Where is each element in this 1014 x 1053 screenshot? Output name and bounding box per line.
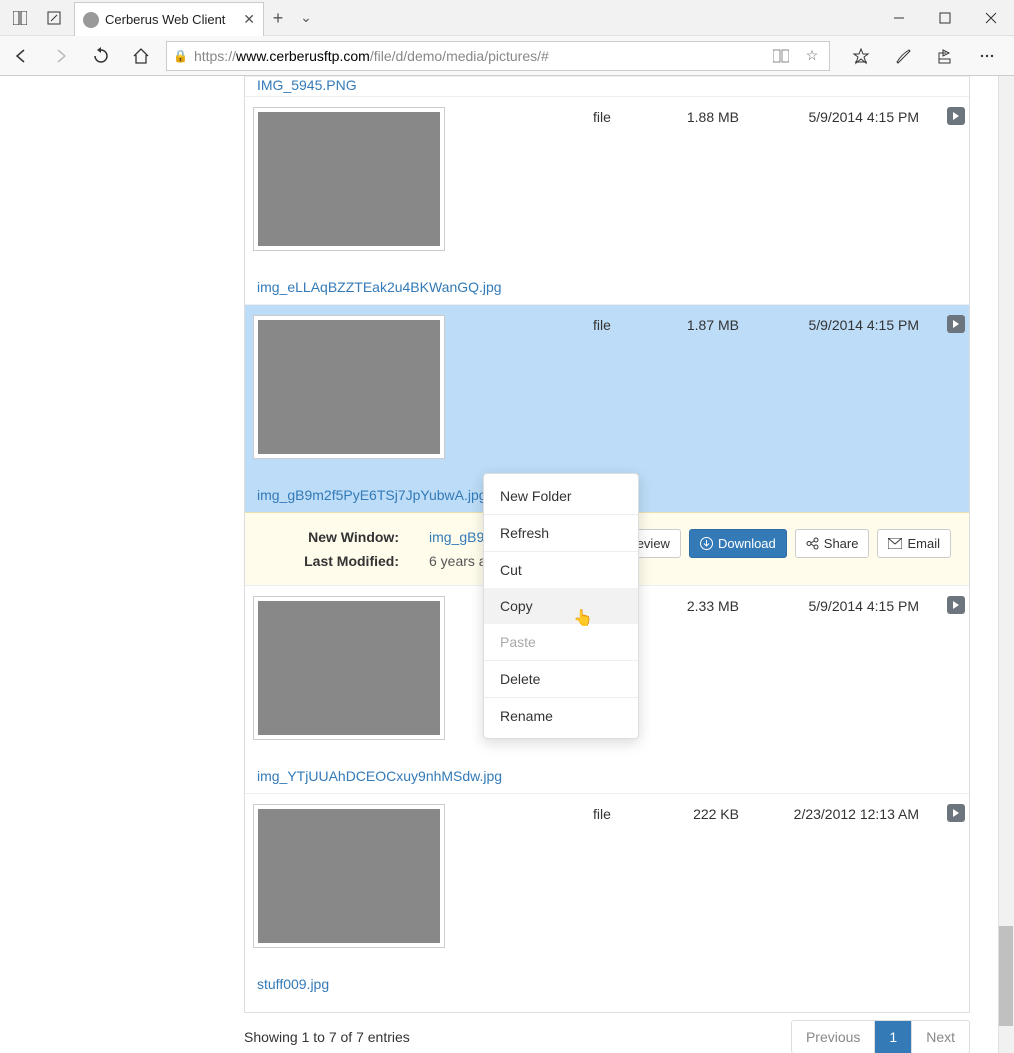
file-size: 1.87 MB xyxy=(687,317,739,333)
tab-aside-icon[interactable] xyxy=(6,4,34,32)
file-date: 5/9/2014 4:15 PM xyxy=(808,109,919,125)
reading-view-icon[interactable] xyxy=(773,49,795,63)
page-previous[interactable]: Previous xyxy=(792,1021,874,1053)
favorites-list-icon[interactable] xyxy=(846,41,876,71)
file-name-link[interactable]: img_YTjUUAhDCEOCxuy9nhMSdw.jpg xyxy=(257,768,502,784)
context-menu: New Folder Refresh Cut Copy Paste Delete… xyxy=(483,473,639,739)
file-date: 2/23/2012 12:13 AM xyxy=(794,806,919,822)
tabs-dropdown-icon[interactable]: ⌄ xyxy=(292,0,320,35)
address-bar[interactable]: 🔒 https://www.cerberusftp.com/file/d/dem… xyxy=(166,41,830,71)
detail-label-newwindow: New Window: xyxy=(299,529,399,545)
share-node-icon xyxy=(806,537,819,550)
file-row[interactable]: file 1.88 MB 5/9/2014 4:15 PM img_eLLAqB… xyxy=(245,96,969,304)
window-maximize-button[interactable] xyxy=(922,0,968,35)
download-button[interactable]: Download xyxy=(689,529,787,558)
actions-icon[interactable] xyxy=(947,315,965,333)
file-size: 1.88 MB xyxy=(687,109,739,125)
file-type: file xyxy=(593,317,611,333)
nav-back-button[interactable] xyxy=(6,41,36,71)
window-minimize-button[interactable] xyxy=(876,0,922,35)
favicon-icon xyxy=(83,12,99,28)
ctx-paste: Paste xyxy=(484,624,638,660)
file-row[interactable]: file 222 KB 2/23/2012 12:13 AM stuff009.… xyxy=(245,793,969,1001)
email-button[interactable]: Email xyxy=(877,529,951,558)
page-next[interactable]: Next xyxy=(911,1021,969,1053)
nav-refresh-button[interactable] xyxy=(86,41,116,71)
window-close-button[interactable] xyxy=(968,0,1014,35)
file-row[interactable]: IMG_5945.PNG xyxy=(245,76,969,96)
envelope-icon xyxy=(888,538,902,549)
ctx-delete[interactable]: Delete xyxy=(484,661,638,697)
file-date: 5/9/2014 4:15 PM xyxy=(808,598,919,614)
tab-title: Cerberus Web Client xyxy=(105,12,237,27)
file-name-link[interactable]: IMG_5945.PNG xyxy=(257,77,357,93)
favorite-star-icon[interactable]: ☆ xyxy=(801,47,823,64)
browser-tab[interactable]: Cerberus Web Client ✕ xyxy=(74,2,264,36)
ctx-refresh[interactable]: Refresh xyxy=(484,515,638,551)
ctx-cut[interactable]: Cut xyxy=(484,552,638,588)
actions-icon[interactable] xyxy=(947,596,965,614)
detail-label-modified: Last Modified: xyxy=(299,553,399,569)
file-type: file xyxy=(593,109,611,125)
thumbnail[interactable] xyxy=(253,804,445,948)
page-number[interactable]: 1 xyxy=(874,1021,911,1053)
lock-icon: 🔒 xyxy=(173,49,188,63)
file-type: file xyxy=(593,806,611,822)
scrollbar[interactable] xyxy=(998,76,1014,1053)
file-date: 5/9/2014 4:15 PM xyxy=(808,317,919,333)
nav-forward-button[interactable] xyxy=(46,41,76,71)
download-icon xyxy=(700,537,713,550)
scrollbar-thumb[interactable] xyxy=(999,926,1013,1026)
url-text: https://www.cerberusftp.com/file/d/demo/… xyxy=(194,48,767,64)
file-name-link[interactable]: img_eLLAqBZZTEak2u4BKWanGQ.jpg xyxy=(257,279,502,295)
new-tab-button[interactable]: + xyxy=(264,0,292,36)
file-name-link[interactable]: stuff009.jpg xyxy=(257,976,329,992)
file-size: 222 KB xyxy=(693,806,739,822)
share-icon[interactable] xyxy=(930,41,960,71)
pagination: Previous 1 Next xyxy=(791,1020,970,1053)
ctx-new-folder[interactable]: New Folder xyxy=(484,478,638,514)
more-menu-icon[interactable] xyxy=(972,41,1002,71)
tab-close-icon[interactable]: ✕ xyxy=(243,11,255,28)
actions-icon[interactable] xyxy=(947,107,965,125)
ctx-rename[interactable]: Rename xyxy=(484,698,638,734)
thumbnail[interactable] xyxy=(253,315,445,459)
nav-home-button[interactable] xyxy=(126,41,156,71)
thumbnail[interactable] xyxy=(253,596,445,740)
actions-icon[interactable] xyxy=(947,804,965,822)
notes-icon[interactable] xyxy=(888,41,918,71)
entries-status: Showing 1 to 7 of 7 entries xyxy=(244,1029,410,1045)
ctx-copy[interactable]: Copy xyxy=(484,588,638,624)
share-button[interactable]: Share xyxy=(795,529,870,558)
file-name-link[interactable]: img_gB9m2f5PyE6TSj7JpYubwA.jpg xyxy=(257,487,487,503)
tab-recent-icon[interactable] xyxy=(40,4,68,32)
thumbnail[interactable] xyxy=(253,107,445,251)
file-size: 2.33 MB xyxy=(687,598,739,614)
